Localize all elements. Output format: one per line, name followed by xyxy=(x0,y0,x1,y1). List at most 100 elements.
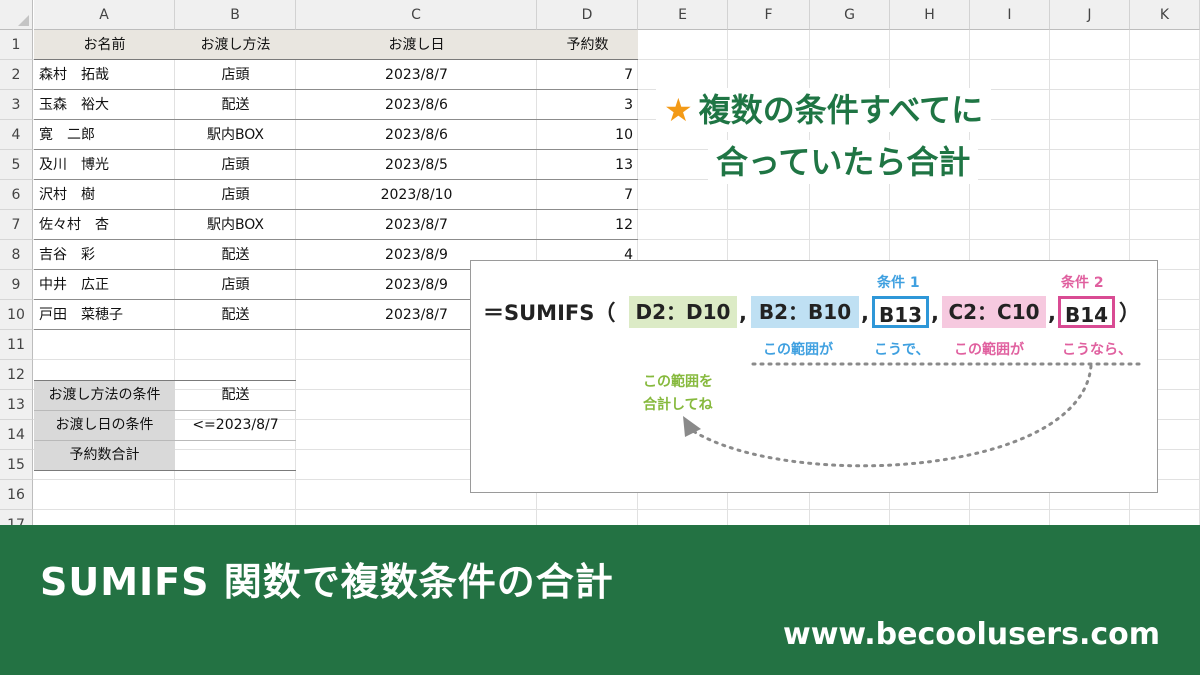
cell-count[interactable]: 7 xyxy=(537,180,638,210)
comma: , xyxy=(739,301,747,325)
cell-method[interactable]: 店頭 xyxy=(175,180,296,210)
sum-result-value[interactable] xyxy=(175,440,296,470)
cell-name[interactable]: 玉森 裕大 xyxy=(34,90,175,120)
cell-name[interactable]: 及川 博光 xyxy=(34,150,175,180)
comma: , xyxy=(861,301,869,325)
criteria-row-border xyxy=(34,410,296,411)
column-header-b[interactable]: B xyxy=(175,0,296,30)
column-header-j[interactable]: J xyxy=(1050,0,1130,30)
cell-name[interactable]: 吉谷 彩 xyxy=(34,240,175,270)
criteria-date-value[interactable]: <=2023/8/7 xyxy=(175,410,296,440)
row-header-17[interactable]: 17 xyxy=(0,510,33,525)
row-header-5[interactable]: 5 xyxy=(0,150,33,180)
cell-name[interactable]: 沢村 樹 xyxy=(34,180,175,210)
cell-count[interactable]: 3 xyxy=(537,90,638,120)
row-header-15[interactable]: 15 xyxy=(0,450,33,480)
criteria-range-2-pill: C2：C10 xyxy=(942,296,1046,328)
cell-method[interactable]: 駅内BOX xyxy=(175,210,296,240)
formula-close: ） xyxy=(1119,301,1140,325)
column-header-d[interactable]: D xyxy=(537,0,638,30)
cell-date[interactable]: 2023/8/5 xyxy=(296,150,537,180)
cell-method[interactable]: 店頭 xyxy=(175,270,296,300)
formula-explainer: 条件 1 条件 2 ＝SUMIFS（ D2：D10 , B2：B10 , B13… xyxy=(470,260,1158,493)
grid-horizontal-line xyxy=(33,509,1200,510)
row-header-7[interactable]: 7 xyxy=(0,210,33,240)
cell-method[interactable]: 配送 xyxy=(175,90,296,120)
formula-prefix: ＝SUMIFS（ xyxy=(483,301,616,325)
callout: ★ 複数の条件すべてに 合っていたら合計 xyxy=(656,88,1076,188)
note-sum-line-1: この範囲を xyxy=(643,374,713,390)
row-header-11[interactable]: 11 xyxy=(0,330,33,360)
row-header-4[interactable]: 4 xyxy=(0,120,33,150)
cell-name[interactable]: 寛 二郎 xyxy=(34,120,175,150)
header-count[interactable]: 予約数 xyxy=(537,30,638,60)
cell-date[interactable]: 2023/8/7 xyxy=(296,60,537,90)
criteria-2-box: B14 xyxy=(1058,296,1115,328)
criteria-bottom-border xyxy=(34,470,296,471)
criteria-method-label[interactable]: お渡し方法の条件 xyxy=(34,380,175,410)
cell-method[interactable]: 配送 xyxy=(175,300,296,330)
column-header-h[interactable]: H xyxy=(890,0,970,30)
curved-arrow-path xyxy=(691,364,1093,468)
row-header-13[interactable]: 13 xyxy=(0,390,33,420)
sum-result-label[interactable]: 予約数合計 xyxy=(34,440,175,470)
column-header-c[interactable]: C xyxy=(296,0,537,30)
header-date[interactable]: お渡し日 xyxy=(296,30,537,60)
site-url[interactable]: www.becoolusers.com xyxy=(783,617,1160,652)
row-header-3[interactable]: 3 xyxy=(0,90,33,120)
sum-range-pill: D2：D10 xyxy=(629,296,737,328)
column-header-k[interactable]: K xyxy=(1130,0,1200,30)
note-range-1: この範囲が xyxy=(763,342,833,358)
cell-name[interactable]: 戸田 菜穂子 xyxy=(34,300,175,330)
cell-count[interactable]: 12 xyxy=(537,210,638,240)
cell-method[interactable]: 店頭 xyxy=(175,150,296,180)
callout-line-2: 合っていたら合計 xyxy=(708,140,979,184)
note-sum-line-2: 合計してね xyxy=(643,397,713,413)
column-header-e[interactable]: E xyxy=(638,0,728,30)
note-range-2: この範囲が xyxy=(954,342,1024,358)
column-header-f[interactable]: F xyxy=(728,0,810,30)
row-header-2[interactable]: 2 xyxy=(0,60,33,90)
criteria-range-1-pill: B2：B10 xyxy=(751,296,859,328)
star-icon: ★ xyxy=(664,91,693,129)
criteria-1-box: B13 xyxy=(872,296,929,328)
cell-count[interactable]: 7 xyxy=(537,60,638,90)
criteria-row-border xyxy=(34,440,296,441)
cell-count[interactable]: 10 xyxy=(537,120,638,150)
select-all-corner[interactable] xyxy=(0,0,33,30)
note-condition-1: こうで、 xyxy=(874,342,930,358)
label-condition-1: 条件 1 xyxy=(877,275,920,291)
row-header-12[interactable]: 12 xyxy=(0,360,33,390)
row-header-6[interactable]: 6 xyxy=(0,180,33,210)
row-header-10[interactable]: 10 xyxy=(0,300,33,330)
criteria-top-border xyxy=(34,380,296,381)
cell-name[interactable]: 森村 拓哉 xyxy=(34,60,175,90)
criteria-method-value[interactable]: 配送 xyxy=(175,380,296,410)
row-header-1[interactable]: 1 xyxy=(0,30,33,60)
row-header-9[interactable]: 9 xyxy=(0,270,33,300)
cell-date[interactable]: 2023/8/7 xyxy=(296,210,537,240)
cell-date[interactable]: 2023/8/10 xyxy=(296,180,537,210)
header-name[interactable]: お名前 xyxy=(34,30,175,60)
row-header-14[interactable]: 14 xyxy=(0,420,33,450)
row-header-16[interactable]: 16 xyxy=(0,480,33,510)
cell-method[interactable]: 駅内BOX xyxy=(175,120,296,150)
cell-date[interactable]: 2023/8/6 xyxy=(296,120,537,150)
callout-line-1: ★ 複数の条件すべてに xyxy=(656,88,992,132)
title-banner: SUMIFS 関数で複数条件の合計 www.becoolusers.com xyxy=(0,525,1200,675)
cell-method[interactable]: 店頭 xyxy=(175,60,296,90)
column-header-i[interactable]: I xyxy=(970,0,1050,30)
cell-name[interactable]: 中井 広正 xyxy=(34,270,175,300)
row-header-8[interactable]: 8 xyxy=(0,240,33,270)
column-header-a[interactable]: A xyxy=(34,0,175,30)
header-method[interactable]: お渡し方法 xyxy=(175,30,296,60)
cell-count[interactable]: 13 xyxy=(537,150,638,180)
banner-title: SUMIFS 関数で複数条件の合計 xyxy=(40,560,614,604)
callout-text-2: 合っていたら合計 xyxy=(716,143,971,181)
note-condition-2: こうなら、 xyxy=(1062,342,1132,358)
cell-method[interactable]: 配送 xyxy=(175,240,296,270)
column-header-g[interactable]: G xyxy=(810,0,890,30)
criteria-date-label[interactable]: お渡し日の条件 xyxy=(34,410,175,440)
cell-name[interactable]: 佐々村 杏 xyxy=(34,210,175,240)
cell-date[interactable]: 2023/8/6 xyxy=(296,90,537,120)
